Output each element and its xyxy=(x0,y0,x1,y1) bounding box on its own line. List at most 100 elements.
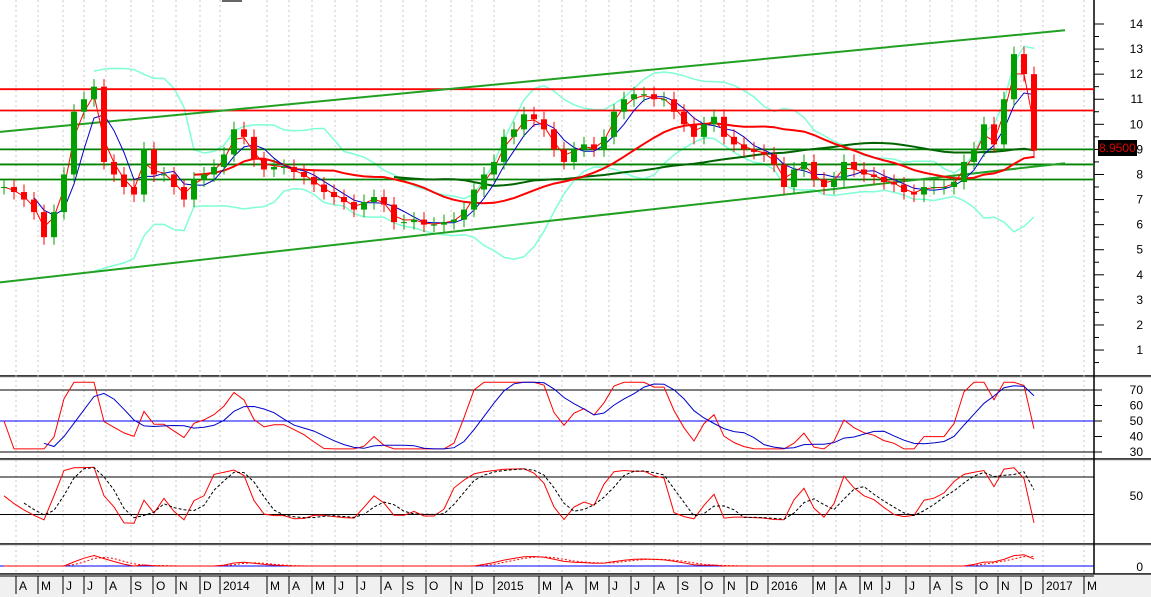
candle-body xyxy=(671,99,677,112)
x-label: A xyxy=(292,579,300,593)
y-tick-label: 1 xyxy=(1136,343,1143,357)
candle-body xyxy=(331,192,337,198)
candle-body xyxy=(901,184,907,193)
candle-body xyxy=(111,161,117,175)
candle-body xyxy=(441,222,447,225)
y-tick-label: 13 xyxy=(1130,42,1144,56)
x-label: M xyxy=(863,579,873,593)
candle-body xyxy=(501,136,507,162)
x-label: M xyxy=(315,579,325,593)
candle-body xyxy=(481,174,487,190)
macd-tick-label: 0 xyxy=(1136,560,1143,574)
x-label: S xyxy=(406,579,414,593)
candle-body xyxy=(91,86,97,100)
candle-body xyxy=(361,202,367,210)
candle-body xyxy=(1031,74,1037,151)
candle-body xyxy=(81,99,87,112)
candle-body xyxy=(11,187,17,193)
candle-body xyxy=(401,222,407,224)
x-label: D xyxy=(203,579,212,593)
candle-body xyxy=(471,189,477,210)
candle-body xyxy=(731,136,737,145)
candle-body xyxy=(71,111,77,175)
candle-body xyxy=(291,166,297,172)
candle-body xyxy=(301,171,307,177)
y-tick-label: 10 xyxy=(1130,117,1144,131)
candle-body xyxy=(431,224,437,226)
rsi-tick-label: 40 xyxy=(1130,430,1144,444)
y-tick-label: 5 xyxy=(1136,243,1143,257)
x-label: N xyxy=(454,579,463,593)
candle-body xyxy=(51,212,57,238)
candle-body xyxy=(211,166,217,175)
candle-body xyxy=(171,174,177,188)
y-tick-label: 4 xyxy=(1136,268,1143,282)
candle-body xyxy=(261,159,267,170)
x-label: M xyxy=(542,579,552,593)
candle-body xyxy=(1011,54,1017,100)
rsi-tick-label: 70 xyxy=(1130,383,1144,397)
rsi-tick-label: 60 xyxy=(1130,399,1144,413)
stock-chart: A M J J A S O N D 2014 M A M J J A S O N D 2015 M A M J J A S O N D 201… xyxy=(0,0,1151,597)
y-tick-label: 2 xyxy=(1136,318,1143,332)
x-label: A xyxy=(839,579,847,593)
x-label: 2014 xyxy=(223,579,250,593)
candle-body xyxy=(851,161,857,170)
x-label: M xyxy=(816,579,826,593)
candle-body xyxy=(831,179,837,188)
candle-body xyxy=(1001,99,1007,145)
candle-body xyxy=(621,99,627,112)
x-label: J xyxy=(612,579,618,593)
candle-body xyxy=(1021,54,1027,75)
stochastic-tick-label: 50 xyxy=(1130,489,1144,503)
candle-body xyxy=(351,202,357,210)
candle-body xyxy=(61,174,67,213)
rsi-tick-label: 30 xyxy=(1130,445,1144,459)
candle-body xyxy=(381,197,387,205)
y-tick-label: 9 xyxy=(1136,142,1143,156)
candle-body xyxy=(871,174,877,177)
candle-body xyxy=(461,209,467,220)
scroll-handle xyxy=(222,0,242,2)
x-label: J xyxy=(634,579,640,593)
y-tick-label: 7 xyxy=(1136,193,1143,207)
candle-body xyxy=(181,187,187,200)
candle-body xyxy=(271,166,277,170)
candle-body xyxy=(961,161,967,183)
candle-body xyxy=(981,124,987,150)
candle-body xyxy=(701,124,707,137)
candle-body xyxy=(711,116,717,125)
candle-body xyxy=(771,154,777,165)
candle-body xyxy=(761,151,767,155)
candle-body xyxy=(161,174,167,176)
candle-body xyxy=(191,179,197,200)
candle-body xyxy=(321,184,327,193)
x-label: D xyxy=(750,579,759,593)
candle-body xyxy=(801,161,807,170)
y-tick-label: 6 xyxy=(1136,218,1143,232)
candle-body xyxy=(821,179,827,188)
candle-body xyxy=(221,154,227,167)
y-tick-label: 8 xyxy=(1136,167,1143,181)
rsi-tick-label: 50 xyxy=(1130,414,1144,428)
candle-body xyxy=(861,169,867,175)
x-label: M xyxy=(1087,579,1097,593)
candle-body xyxy=(231,129,237,155)
candle-body xyxy=(721,116,727,137)
x-label: 2015 xyxy=(497,579,524,593)
candle-body xyxy=(141,149,147,195)
candle-body xyxy=(341,197,347,203)
x-label: S xyxy=(681,579,689,593)
candle-body xyxy=(1,187,7,189)
candle-body xyxy=(411,219,417,223)
candle-body xyxy=(631,94,637,100)
candle-body xyxy=(691,124,697,137)
x-label: A xyxy=(19,579,27,593)
candle-body xyxy=(681,111,687,125)
x-label: J xyxy=(885,579,891,593)
candle-body xyxy=(121,174,127,188)
candle-body xyxy=(741,144,747,150)
x-label: A xyxy=(657,579,665,593)
candle-body xyxy=(151,149,157,175)
candle-body xyxy=(131,187,137,195)
